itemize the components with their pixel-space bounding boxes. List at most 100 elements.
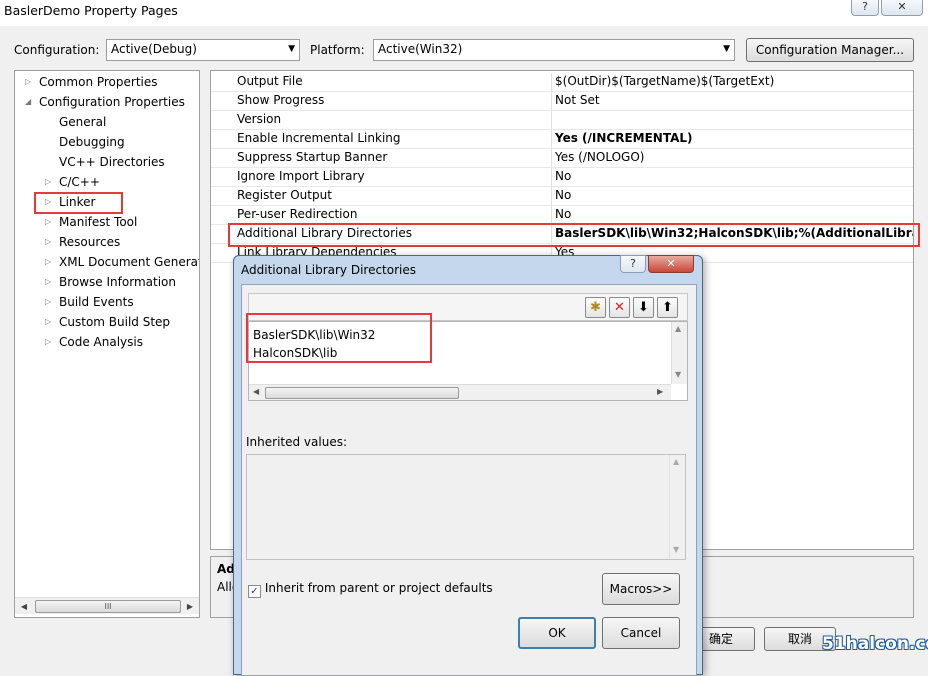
property-row[interactable]: Ignore Import Library No bbox=[211, 168, 913, 187]
property-name: Register Output bbox=[237, 188, 332, 202]
tree-item[interactable]: General bbox=[59, 113, 106, 131]
scroll-left-icon[interactable]: ◀ bbox=[16, 599, 32, 614]
column-divider bbox=[551, 130, 552, 149]
tree-item[interactable]: C/C++ bbox=[59, 173, 100, 191]
collapsed-triangle-icon[interactable]: ▷ bbox=[45, 337, 51, 346]
dialog-title: Additional Library Directories bbox=[241, 263, 417, 277]
scroll-right-icon[interactable]: ▶ bbox=[182, 599, 198, 614]
configuration-label: Configuration: bbox=[14, 43, 100, 57]
property-row[interactable]: Enable Incremental Linking Yes (/INCREMEN… bbox=[211, 130, 913, 149]
tree-item[interactable]: Configuration Properties bbox=[39, 93, 185, 111]
help-icon: ? bbox=[630, 257, 636, 270]
property-name: Enable Incremental Linking bbox=[237, 131, 401, 145]
tree-horizontal-scrollbar[interactable]: ◀ III ▶ bbox=[15, 597, 199, 614]
configuration-combo[interactable]: Active(Debug) ▼ bbox=[106, 39, 300, 61]
delete-line-button[interactable]: ✕ bbox=[609, 297, 630, 318]
collapsed-triangle-icon[interactable]: ▷ bbox=[45, 317, 51, 326]
dialog-cancel-button[interactable]: Cancel bbox=[602, 617, 680, 649]
collapsed-triangle-icon[interactable]: ▷ bbox=[45, 297, 51, 306]
expanded-triangle-icon[interactable]: ◢ bbox=[25, 97, 31, 106]
highlight-linker bbox=[34, 192, 123, 214]
scroll-right-icon[interactable]: ▶ bbox=[657, 387, 663, 396]
tree-item[interactable]: XML Document Generat bbox=[59, 253, 199, 271]
scroll-up-icon[interactable]: ▲ bbox=[673, 457, 679, 466]
column-divider bbox=[551, 187, 552, 206]
collapsed-triangle-icon[interactable]: ▷ bbox=[45, 237, 51, 246]
property-name: Version bbox=[237, 112, 282, 126]
arrow-up-icon: ⬆ bbox=[662, 300, 673, 315]
collapsed-triangle-icon[interactable]: ▷ bbox=[45, 177, 51, 186]
new-line-button[interactable]: ✱ bbox=[585, 297, 606, 318]
property-name: Ignore Import Library bbox=[237, 169, 365, 183]
collapsed-triangle-icon[interactable]: ▷ bbox=[45, 257, 51, 266]
inherited-values-label: Inherited values: bbox=[246, 435, 347, 449]
inherit-checkbox[interactable]: ✓ bbox=[248, 585, 261, 598]
scroll-thumb[interactable] bbox=[265, 387, 459, 399]
property-row[interactable]: Version bbox=[211, 111, 913, 130]
edit-horizontal-scrollbar[interactable]: ◀ ▶ bbox=[249, 384, 671, 400]
platform-value: Active(Win32) bbox=[378, 42, 463, 56]
highlight-additional-library-directories bbox=[228, 223, 920, 247]
property-tree: ▷ Common Properties ◢ Configuration Propert… bbox=[14, 70, 200, 618]
close-button[interactable]: ✕ bbox=[881, 0, 923, 16]
property-value[interactable]: $(OutDir)$(TargetName)$(TargetExt) bbox=[555, 74, 774, 88]
property-name: Per-user Redirection bbox=[237, 207, 358, 221]
column-divider bbox=[551, 168, 552, 187]
property-name: Output File bbox=[237, 74, 303, 88]
configuration-value: Active(Debug) bbox=[111, 42, 197, 56]
close-icon: ✕ bbox=[666, 257, 676, 270]
tree-item[interactable]: Manifest Tool bbox=[59, 213, 137, 231]
delete-icon: ✕ bbox=[614, 300, 625, 315]
tree-item[interactable]: Common Properties bbox=[39, 73, 158, 91]
configuration-manager-button[interactable]: Configuration Manager... bbox=[746, 38, 914, 62]
edit-vertical-scrollbar[interactable]: ▲ ▼ bbox=[671, 322, 687, 384]
chevron-down-icon: ▼ bbox=[288, 44, 295, 54]
tree-item[interactable]: Code Analysis bbox=[59, 333, 143, 351]
inherit-checkbox-row[interactable]: ✓ Inherit from parent or project default… bbox=[248, 581, 493, 598]
chevron-down-icon: ▼ bbox=[723, 44, 730, 54]
property-row[interactable]: Show Progress Not Set bbox=[211, 92, 913, 111]
property-name: Suppress Startup Banner bbox=[237, 150, 388, 164]
scroll-up-icon[interactable]: ▲ bbox=[675, 324, 681, 333]
macros-button[interactable]: Macros>> bbox=[602, 573, 680, 605]
property-value[interactable]: No bbox=[555, 207, 571, 221]
column-divider bbox=[551, 92, 552, 111]
inherit-checkbox-label: Inherit from parent or project defaults bbox=[264, 581, 493, 595]
property-row[interactable]: Suppress Startup Banner Yes (/NOLOGO) bbox=[211, 149, 913, 168]
property-name: Show Progress bbox=[237, 93, 325, 107]
additional-library-directories-dialog: Additional Library Directories ? ✕ ✱ ✕ ⬇… bbox=[233, 255, 703, 676]
window-title: BaslerDemo Property Pages bbox=[4, 3, 178, 18]
highlight-directory-lines bbox=[246, 313, 432, 363]
collapsed-triangle-icon[interactable]: ▷ bbox=[45, 277, 51, 286]
property-value[interactable]: Not Set bbox=[555, 93, 600, 107]
dialog-ok-button[interactable]: OK bbox=[518, 617, 596, 649]
property-value[interactable]: No bbox=[555, 188, 571, 202]
scroll-down-icon[interactable]: ▼ bbox=[673, 545, 679, 554]
help-icon: ? bbox=[862, 0, 868, 13]
tree-item[interactable]: Custom Build Step bbox=[59, 313, 170, 331]
move-down-button[interactable]: ⬇ bbox=[633, 297, 654, 318]
help-button[interactable]: ? bbox=[851, 0, 879, 16]
platform-combo[interactable]: Active(Win32) ▼ bbox=[373, 39, 735, 61]
tree-item[interactable]: Resources bbox=[59, 233, 120, 251]
dialog-close-button[interactable]: ✕ bbox=[648, 255, 694, 273]
property-value[interactable]: Yes (/NOLOGO) bbox=[555, 150, 644, 164]
tree-item[interactable]: VC++ Directories bbox=[59, 153, 165, 171]
tree-item[interactable]: Browse Information bbox=[59, 273, 176, 291]
move-up-button[interactable]: ⬆ bbox=[657, 297, 678, 318]
tree-item[interactable]: Debugging bbox=[59, 133, 125, 151]
collapsed-triangle-icon[interactable]: ▷ bbox=[45, 217, 51, 226]
property-row[interactable]: Output File $(OutDir)$(TargetName)$(Targe… bbox=[211, 73, 913, 92]
scroll-left-icon[interactable]: ◀ bbox=[253, 387, 259, 396]
property-row[interactable]: Register Output No bbox=[211, 187, 913, 206]
property-value[interactable]: Yes (/INCREMENTAL) bbox=[555, 131, 693, 145]
tree-item[interactable]: Build Events bbox=[59, 293, 134, 311]
scroll-down-icon[interactable]: ▼ bbox=[675, 370, 681, 379]
arrow-down-icon: ⬇ bbox=[638, 300, 649, 315]
dialog-help-button[interactable]: ? bbox=[620, 255, 646, 273]
property-value[interactable]: No bbox=[555, 169, 571, 183]
dialog-body: ✱ ✕ ⬇ ⬆ BaslerSDK\lib\Win32 HalconSDK\li… bbox=[241, 284, 697, 676]
inherited-vertical-scrollbar[interactable]: ▲ ▼ bbox=[669, 455, 685, 559]
collapsed-triangle-icon[interactable]: ▷ bbox=[25, 77, 31, 86]
scroll-thumb[interactable]: III bbox=[35, 600, 181, 613]
